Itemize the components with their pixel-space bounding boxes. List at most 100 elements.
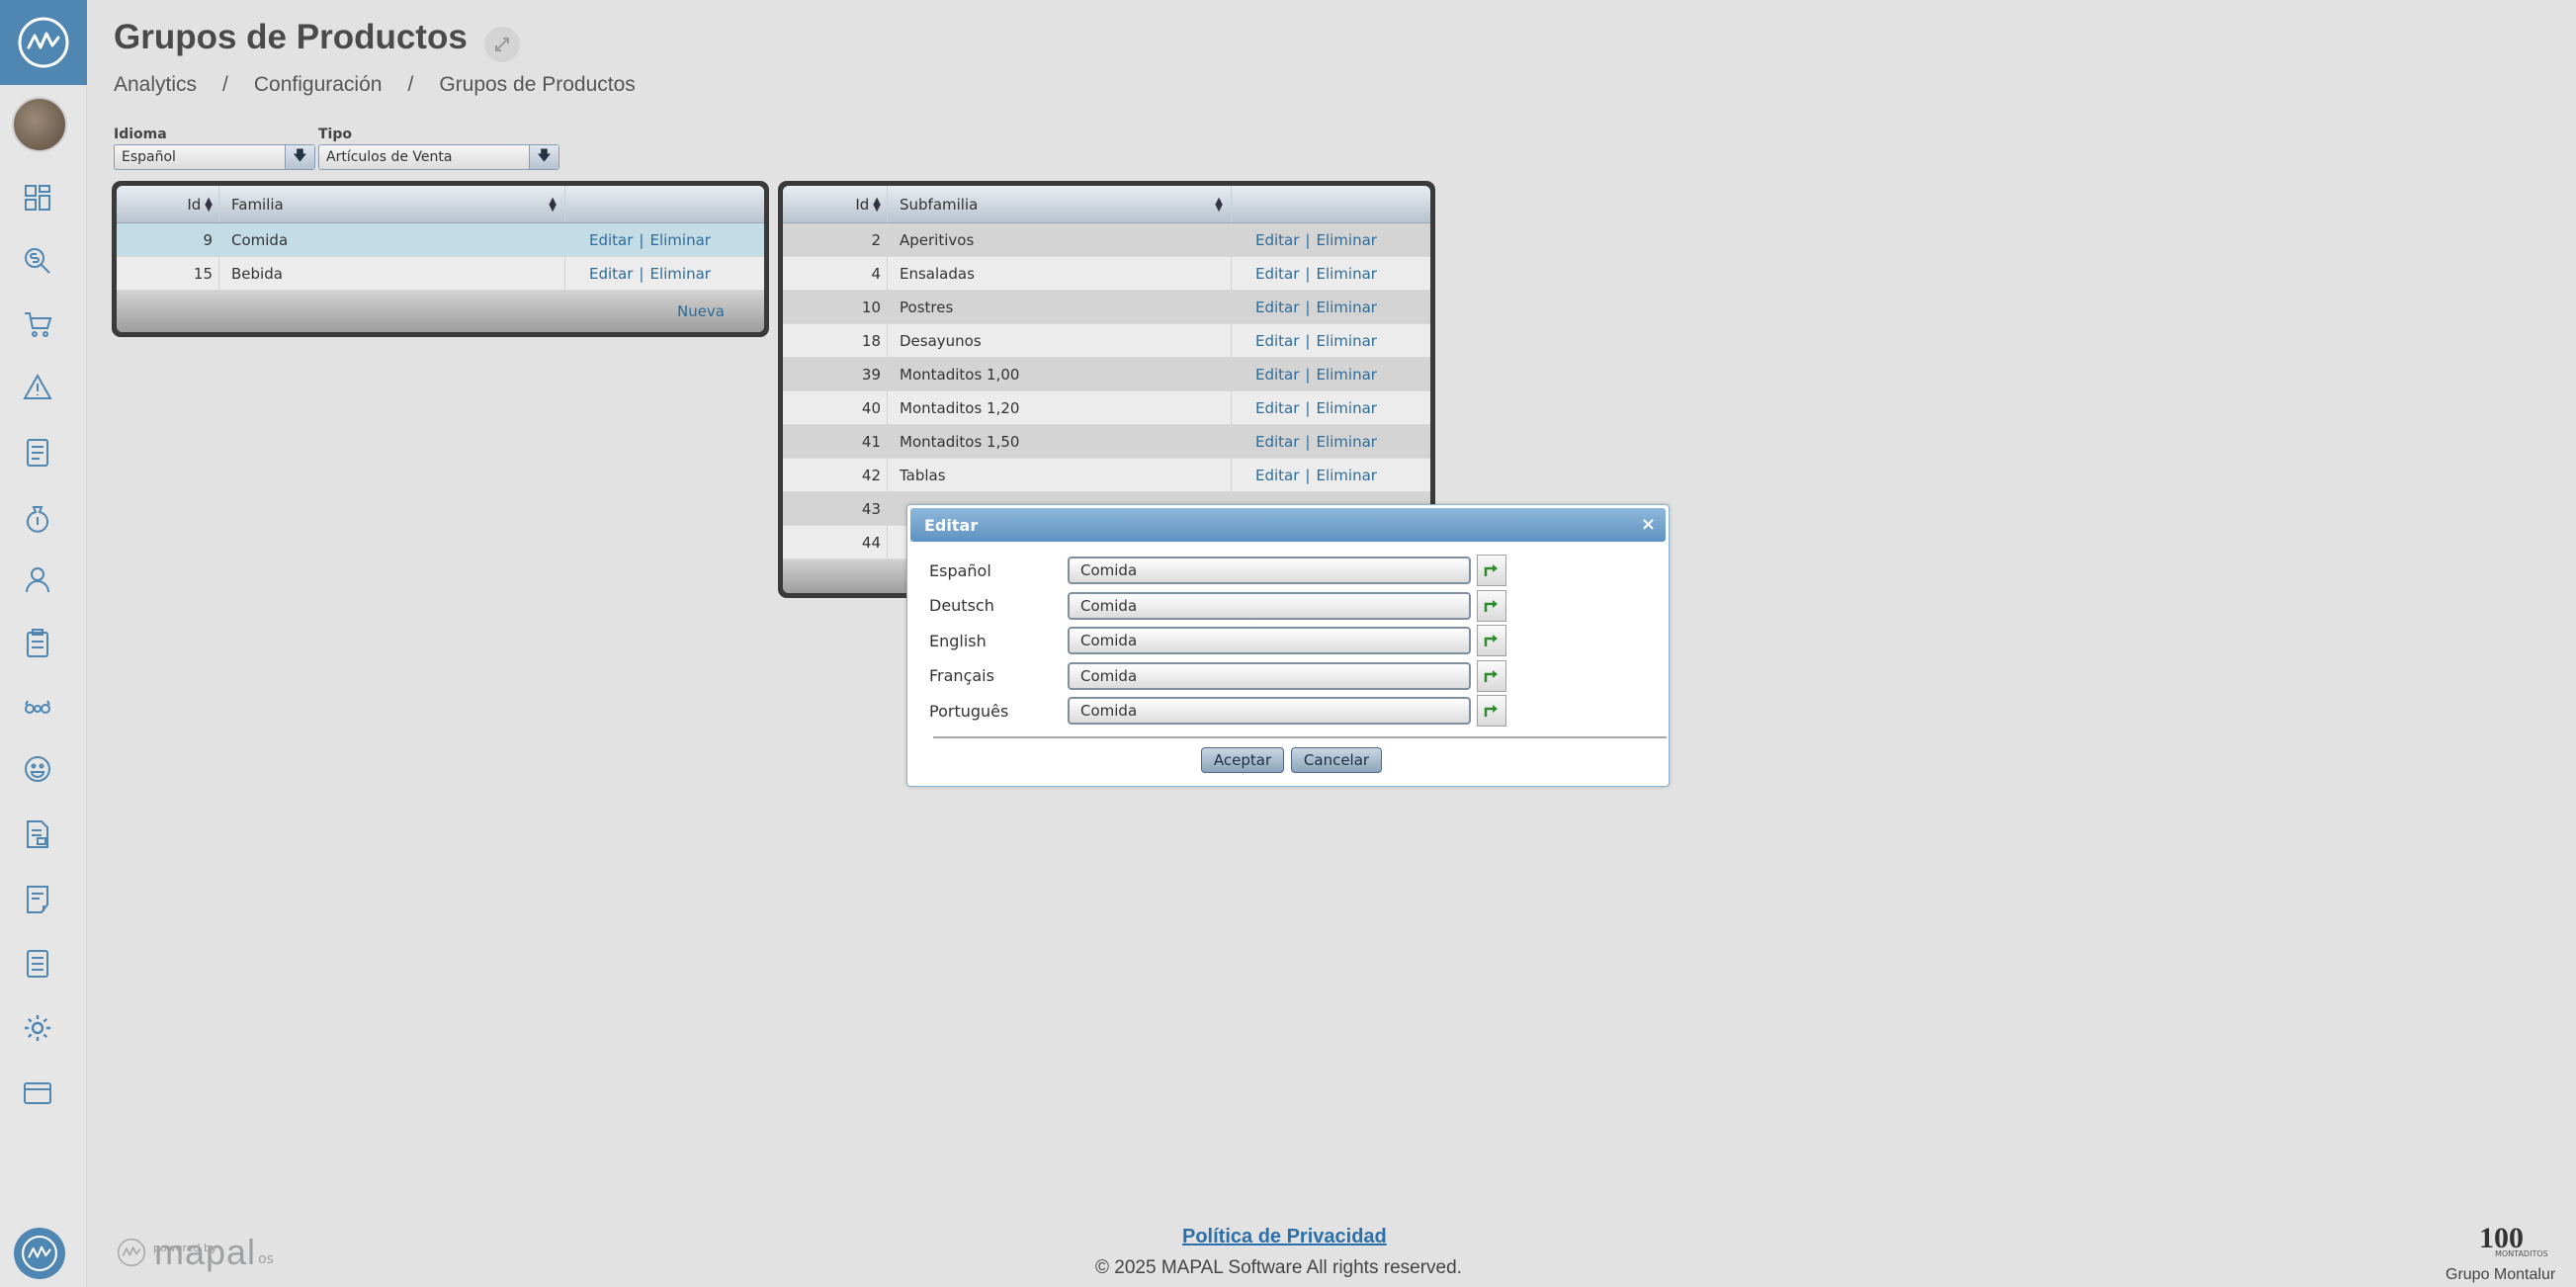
client-name: Grupo Montalur xyxy=(2446,1266,2556,1283)
translate-arrow-icon xyxy=(1484,599,1498,612)
mapal-logo-icon xyxy=(18,17,69,68)
delete-link[interactable]: Eliminar xyxy=(1316,467,1376,484)
edit-link[interactable]: Editar xyxy=(1255,433,1299,451)
accept-button[interactable]: Aceptar xyxy=(1201,747,1284,773)
table-row[interactable]: 10 Postres Editar | Eliminar xyxy=(783,291,1430,324)
sort-icon: ▲ ▼ xyxy=(873,195,881,214)
translate-button[interactable] xyxy=(1477,659,1506,692)
money-bag-icon[interactable] xyxy=(20,499,55,535)
delete-link[interactable]: Eliminar xyxy=(1316,433,1376,451)
mapal-os-button[interactable] xyxy=(14,1228,65,1279)
dialog-titlebar[interactable]: Editar × xyxy=(910,508,1666,542)
tipo-label: Tipo xyxy=(318,127,352,142)
language-label: Deutsch xyxy=(929,596,994,615)
breadcrumb-item[interactable]: Configuración xyxy=(254,73,383,97)
familia-grid-header: Id ▲ ▼ Familia ▲ ▼ xyxy=(117,186,764,223)
window-icon[interactable] xyxy=(20,1075,55,1111)
translate-button[interactable] xyxy=(1477,695,1506,727)
smiley-icon[interactable] xyxy=(20,751,55,787)
money-search-icon[interactable] xyxy=(20,243,55,279)
arrow-down-icon[interactable]: 🡇 xyxy=(529,145,558,169)
expand-button[interactable] xyxy=(484,27,520,62)
translation-input[interactable]: Comida xyxy=(1068,557,1471,584)
document-chart-icon[interactable] xyxy=(20,816,55,852)
subfamilia-grid-header: Id ▲ ▼ Subfamilia ▲ ▼ xyxy=(783,186,1430,223)
table-row[interactable]: 18 Desayunos Editar | Eliminar xyxy=(783,324,1430,358)
table-row[interactable]: 4 Ensaladas Editar | Eliminar xyxy=(783,257,1430,291)
familia-grid-footer: Nueva xyxy=(117,291,764,332)
report-icon[interactable] xyxy=(20,435,55,471)
translation-input[interactable]: Comida xyxy=(1068,591,1471,620)
close-icon[interactable]: × xyxy=(1641,514,1656,535)
gear-icon[interactable] xyxy=(20,1010,55,1046)
edit-link[interactable]: Editar xyxy=(589,265,633,283)
app-logo[interactable] xyxy=(0,0,87,85)
edit-link[interactable]: Editar xyxy=(589,231,633,249)
breadcrumb-item[interactable]: Analytics xyxy=(114,73,197,97)
idioma-select[interactable]: Español 🡇 xyxy=(114,144,315,170)
clipboard-icon[interactable] xyxy=(20,626,55,661)
invoice-icon[interactable] xyxy=(20,882,55,917)
edit-link[interactable]: Editar xyxy=(1255,332,1299,350)
sort-icon: ▲ ▼ xyxy=(549,195,557,214)
idioma-label: Idioma xyxy=(114,127,167,142)
edit-link[interactable]: Editar xyxy=(1255,366,1299,384)
table-row[interactable]: 42 Tablas Editar | Eliminar xyxy=(783,459,1430,492)
breadcrumb: Analytics / Configuración / Grupos de Pr… xyxy=(114,73,636,97)
breadcrumb-separator: / xyxy=(222,73,228,96)
dashboard-icon[interactable] xyxy=(20,180,55,215)
delete-link[interactable]: Eliminar xyxy=(1316,231,1376,249)
translate-arrow-icon xyxy=(1484,705,1498,717)
translation-input[interactable]: Comida xyxy=(1068,661,1471,690)
translation-row: English Comida xyxy=(929,625,1506,656)
table-row[interactable]: 41 Montaditos 1,50 Editar | Eliminar xyxy=(783,425,1430,459)
language-label: Français xyxy=(929,666,994,685)
delete-link[interactable]: Eliminar xyxy=(1316,399,1376,417)
edit-link[interactable]: Editar xyxy=(1255,231,1299,249)
translation-input[interactable]: Comida xyxy=(1068,627,1471,654)
dialog-divider xyxy=(933,736,1667,738)
privacy-link[interactable]: Política de Privacidad xyxy=(1182,1226,1387,1248)
column-header-subfamilia[interactable]: Subfamilia ▲ ▼ xyxy=(888,186,1232,222)
edit-link[interactable]: Editar xyxy=(1255,299,1299,316)
table-row[interactable]: 2 Aperitivos Editar | Eliminar xyxy=(783,223,1430,257)
edit-link[interactable]: Editar xyxy=(1255,467,1299,484)
language-label: Español xyxy=(929,560,991,580)
warning-icon[interactable] xyxy=(20,370,55,405)
column-header-familia[interactable]: Familia ▲ ▼ xyxy=(219,186,565,222)
column-header-id[interactable]: Id ▲ ▼ xyxy=(783,186,888,222)
delete-link[interactable]: Eliminar xyxy=(1316,265,1376,283)
arrow-down-icon[interactable]: 🡇 xyxy=(285,145,314,169)
delete-link[interactable]: Eliminar xyxy=(649,265,710,283)
delete-link[interactable]: Eliminar xyxy=(1316,366,1376,384)
table-row[interactable]: 9 Comida Editar | Eliminar xyxy=(117,223,764,257)
breadcrumb-item: Grupos de Productos xyxy=(439,73,636,96)
delete-link[interactable]: Eliminar xyxy=(649,231,710,249)
sort-icon: ▲ ▼ xyxy=(205,195,213,214)
tipo-select[interactable]: Artículos de Venta 🡇 xyxy=(318,144,559,170)
table-row[interactable]: 39 Montaditos 1,00 Editar | Eliminar xyxy=(783,358,1430,391)
list-icon[interactable] xyxy=(20,946,55,982)
translation-input[interactable]: Comida xyxy=(1068,697,1471,725)
translate-arrow-icon xyxy=(1484,669,1498,682)
table-row[interactable]: 40 Montaditos 1,20 Editar | Eliminar xyxy=(783,391,1430,425)
delete-link[interactable]: Eliminar xyxy=(1316,299,1376,316)
new-familia-link[interactable]: Nueva xyxy=(677,302,725,320)
user-icon[interactable] xyxy=(20,561,55,597)
user-avatar[interactable] xyxy=(12,97,67,152)
cart-icon[interactable] xyxy=(20,306,55,342)
translate-button[interactable] xyxy=(1477,589,1506,622)
column-header-actions xyxy=(565,186,764,222)
edit-dialog: Editar × Español Comida Deutsch Comida Engli… xyxy=(906,504,1670,787)
delete-link[interactable]: Eliminar xyxy=(1316,332,1376,350)
edit-link[interactable]: Editar xyxy=(1255,399,1299,417)
tipo-select-value: Artículos de Venta xyxy=(326,149,453,165)
table-row[interactable]: 15 Bebida Editar | Eliminar xyxy=(117,257,764,291)
mapal-logo-footer-icon xyxy=(117,1238,146,1267)
binoculars-icon[interactable] xyxy=(20,689,55,725)
translate-button[interactable] xyxy=(1477,555,1506,586)
column-header-id[interactable]: Id ▲ ▼ xyxy=(117,186,219,222)
translate-button[interactable] xyxy=(1477,625,1506,656)
edit-link[interactable]: Editar xyxy=(1255,265,1299,283)
cancel-button[interactable]: Cancelar xyxy=(1291,747,1382,773)
